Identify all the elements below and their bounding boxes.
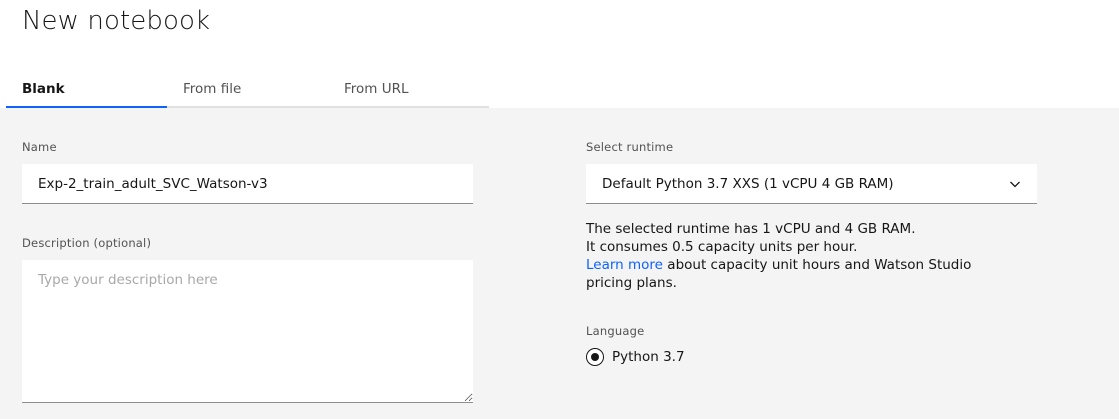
name-input[interactable] <box>22 164 473 204</box>
runtime-selected-value: Default Python 3.7 XXS (1 vCPU 4 GB RAM) <box>602 175 894 192</box>
runtime-select[interactable]: Default Python 3.7 XXS (1 vCPU 4 GB RAM) <box>586 164 1037 204</box>
name-label: Name <box>22 140 57 154</box>
tab-blank[interactable]: Blank <box>6 72 167 108</box>
form-panel: Name Description (optional) Select runti… <box>0 108 1119 419</box>
page-header: New notebook Blank From file From URL <box>0 0 1119 108</box>
tab-from-url[interactable]: From URL <box>328 72 489 108</box>
chevron-down-icon <box>1010 181 1020 188</box>
runtime-info: The selected runtime has 1 vCPU and 4 GB… <box>586 220 1016 292</box>
page-title: New notebook <box>22 6 211 36</box>
radio-selected-icon[interactable] <box>586 348 604 366</box>
runtime-info-line2: It consumes 0.5 capacity units per hour. <box>586 239 858 255</box>
language-label: Language <box>586 324 645 338</box>
tab-from-file[interactable]: From file <box>167 72 328 108</box>
language-radio-python[interactable]: Python 3.7 <box>586 347 685 367</box>
runtime-info-line1: The selected runtime has 1 vCPU and 4 GB… <box>586 221 916 237</box>
description-textarea[interactable] <box>22 260 473 403</box>
tab-bar: Blank From file From URL <box>6 72 489 108</box>
language-option-label: Python 3.7 <box>612 349 685 365</box>
runtime-label: Select runtime <box>586 140 674 154</box>
description-label: Description (optional) <box>22 236 152 250</box>
new-notebook-page: New notebook Blank From file From URL Na… <box>0 0 1119 419</box>
runtime-info-line3: Learn more about capacity unit hours and… <box>586 256 1016 292</box>
learn-more-link[interactable]: Learn more <box>586 257 663 273</box>
